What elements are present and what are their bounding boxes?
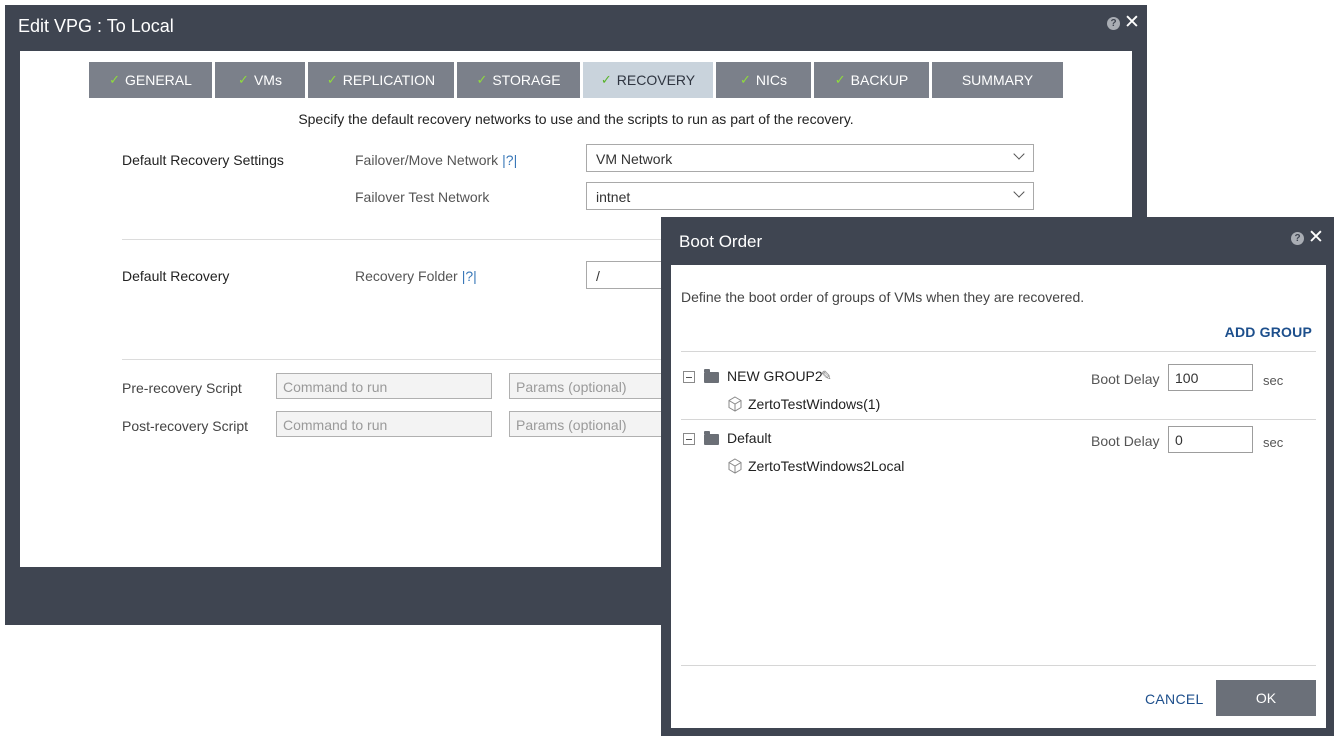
tab-label: SUMMARY [961, 72, 1034, 88]
tab-vms[interactable]: ✓ VMs [215, 62, 305, 98]
post-recovery-command-input[interactable]: Command to run [276, 411, 492, 437]
collapse-icon[interactable] [683, 371, 695, 383]
test-network-value: intnet [596, 189, 631, 205]
recovery-folder-label: Recovery Folder |?| [355, 268, 477, 284]
check-icon: ✓ [238, 72, 249, 87]
dialog-title: Boot Order [679, 232, 763, 251]
chevron-down-icon [1013, 186, 1025, 198]
group-name: Default [727, 430, 772, 446]
pre-recovery-label: Pre-recovery Script [122, 380, 242, 396]
check-icon: ✓ [109, 72, 120, 87]
boot-delay-input[interactable]: 100 [1168, 364, 1253, 391]
divider [681, 351, 1316, 352]
close-icon[interactable]: ✕ [1308, 228, 1324, 247]
section-default-recovery: Default Recovery [122, 268, 230, 284]
help-icon[interactable]: ? [1291, 231, 1304, 245]
boot-order-description: Define the boot order of groups of VMs w… [681, 289, 1085, 305]
tab-storage[interactable]: ✓ STORAGE [457, 62, 580, 98]
divider [681, 665, 1316, 666]
boot-delay-label: Boot Delay [1091, 433, 1160, 449]
help-link[interactable]: |?| [502, 152, 517, 168]
cube-icon [727, 396, 743, 412]
dialog-controls: ? ✕ [1291, 228, 1324, 247]
add-group-button[interactable]: ADD GROUP [1225, 324, 1312, 340]
failover-network-select[interactable]: VM Network [586, 144, 1034, 172]
tab-nics[interactable]: ✓ NICs [716, 62, 811, 98]
cancel-button[interactable]: CANCEL [1145, 691, 1204, 707]
tab-general[interactable]: ✓ GENERAL [89, 62, 212, 98]
window-controls: ? ✕ [1107, 13, 1140, 32]
tab-label: REPLICATION [342, 72, 436, 88]
recovery-folder-label-text: Recovery Folder [355, 268, 458, 284]
boot-delay-label: Boot Delay [1091, 371, 1160, 387]
tab-backup[interactable]: ✓ BACKUP [814, 62, 929, 98]
check-icon: ✓ [600, 72, 612, 87]
tab-replication[interactable]: ✓ REPLICATION [308, 62, 454, 98]
boot-order-dialog: Boot Order ? ✕ Define the boot order of … [661, 217, 1334, 736]
recovery-intro-text: Specify the default recovery networks to… [298, 111, 854, 127]
help-icon[interactable]: ? [1107, 16, 1120, 30]
tab-label: NICs [755, 72, 788, 88]
tab-label: GENERAL [124, 72, 192, 88]
tab-recovery[interactable]: ✓ RECOVERY [583, 62, 713, 98]
sec-unit: sec [1263, 435, 1284, 450]
boot-order-content: Define the boot order of groups of VMs w… [671, 265, 1326, 728]
tab-label: RECOVERY [616, 72, 696, 88]
tab-label: BACKUP [850, 72, 909, 88]
boot-delay-input[interactable]: 0 [1168, 426, 1253, 453]
ok-button[interactable]: OK [1216, 680, 1316, 716]
collapse-icon[interactable] [683, 433, 695, 445]
group-name: NEW GROUP2 [727, 368, 823, 384]
vm-name: ZertoTestWindows2Local [748, 458, 905, 474]
help-link[interactable]: |?| [462, 268, 477, 284]
check-icon: ✓ [834, 72, 846, 87]
window-title: Edit VPG : To Local [18, 16, 174, 36]
check-icon: ✓ [326, 72, 338, 87]
pencil-icon[interactable]: ✎ [821, 368, 832, 384]
chevron-down-icon [1013, 148, 1025, 160]
folder-icon [704, 369, 719, 383]
failover-network-value: VM Network [596, 151, 673, 167]
close-icon[interactable]: ✕ [1124, 13, 1140, 32]
vm-name: ZertoTestWindows(1) [748, 396, 881, 412]
check-icon: ✓ [739, 72, 751, 87]
check-icon: ✓ [476, 72, 488, 87]
wizard-tabs: ✓ GENERAL ✓ VMs ✓ REPLICATION ✓ STORAGE … [89, 62, 1063, 98]
folder-icon [704, 431, 719, 445]
tab-label: STORAGE [492, 72, 561, 88]
post-recovery-label: Post-recovery Script [122, 418, 249, 434]
test-network-select[interactable]: intnet [586, 182, 1034, 210]
tab-summary[interactable]: SUMMARY [932, 62, 1063, 98]
cube-icon [727, 458, 743, 474]
divider [681, 419, 1316, 420]
failover-network-label: Failover/Move Network |?| [355, 152, 517, 168]
pre-recovery-command-input[interactable]: Command to run [276, 373, 492, 399]
failover-network-label-text: Failover/Move Network [355, 152, 499, 168]
section-default-recovery-settings: Default Recovery Settings [122, 152, 284, 168]
tab-label: VMs [253, 72, 282, 88]
test-network-label: Failover Test Network [355, 189, 490, 205]
sec-unit: sec [1263, 373, 1284, 388]
recovery-folder-value: / [596, 268, 600, 284]
